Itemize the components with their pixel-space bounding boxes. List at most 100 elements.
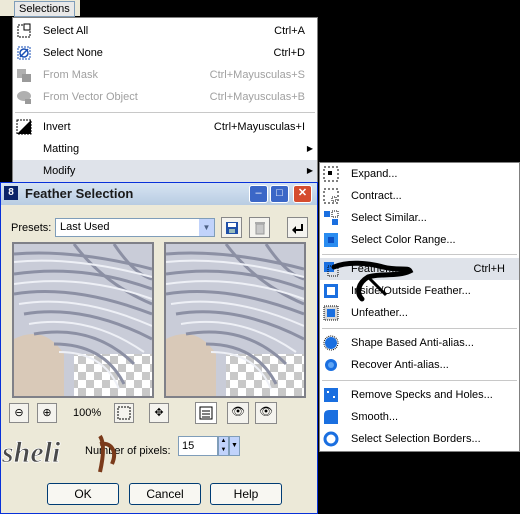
menu-item-matting[interactable]: Matting ▶ <box>13 138 317 160</box>
unfeather-icon <box>323 305 339 321</box>
submenu-item-select-similar[interactable]: Select Similar... <box>320 207 519 229</box>
submenu-item-shape-based-anti-alias[interactable]: Shape Based Anti-alias... <box>320 332 519 354</box>
reset-button[interactable] <box>287 217 308 238</box>
watermark-text: sheli <box>1 436 61 469</box>
submenu-item-label: Recover Anti-alias... <box>351 359 449 371</box>
submenu-item-unfeather[interactable]: Unfeather... <box>320 302 519 324</box>
invert-icon <box>16 119 32 135</box>
presets-value: Last Used <box>60 221 110 233</box>
menu-item-from-vector-object[interactable]: From Vector Object Ctrl+Mayusculas+B <box>13 86 317 108</box>
submenu-item-smooth[interactable]: Smooth... <box>320 406 519 428</box>
submenu-arrow-icon: ▶ <box>306 144 313 153</box>
app-icon: 8 <box>4 186 18 200</box>
preview-image-after <box>166 244 304 396</box>
menu-selections-label: Selections <box>19 3 70 15</box>
zoom-out-icon: ⊖ <box>14 407 24 419</box>
submenu-item-label: Expand... <box>351 168 398 180</box>
preview-image-before <box>14 244 152 396</box>
auto-proof-button[interactable]: 👁 <box>227 402 249 424</box>
menu-separator <box>322 328 517 329</box>
zoom-out-button[interactable]: ⊖ <box>9 403 29 423</box>
contract-icon <box>323 188 339 204</box>
submenu-item-label: Select Selection Borders... <box>351 433 481 445</box>
submenu-item-label: Contract... <box>351 190 402 202</box>
menu-item-label: Modify <box>43 165 76 177</box>
maximize-icon: □ <box>276 187 283 199</box>
zoom-in-icon: ⊕ <box>42 407 52 419</box>
submenu-item-recover-anti-alias[interactable]: Recover Anti-alias... <box>320 354 519 376</box>
ok-button[interactable]: OK <box>47 483 119 505</box>
chevron-down-icon[interactable]: ▼ <box>199 219 214 236</box>
menu-item-shortcut: Ctrl+D <box>273 47 305 59</box>
menu-item-select-none[interactable]: Select None Ctrl+D <box>13 42 317 64</box>
eye-icon: 👁 <box>259 406 273 418</box>
menu-item-from-mask[interactable]: From Mask Ctrl+Mayusculas+S <box>13 64 317 86</box>
recover-anti-alias-icon <box>325 359 337 371</box>
zoom-in-button[interactable]: ⊕ <box>37 403 57 423</box>
submenu-item-label: Remove Specks and Holes... <box>351 389 493 401</box>
menu-bar: Selections <box>0 0 80 17</box>
submenu-item-contract[interactable]: Contract... <box>320 185 519 207</box>
from-vector-icon <box>17 91 31 104</box>
modify-submenu: Expand... Contract... Select Similar... … <box>319 162 520 452</box>
sheli-watermark-logo: sheli <box>1 434 117 473</box>
pixels-dropdown[interactable]: ▼ <box>229 436 240 456</box>
dialog-title-bar[interactable]: 8 Feather Selection – □ ✕ <box>1 183 317 205</box>
submenu-item-label: Unfeather... <box>351 307 408 319</box>
submenu-arrow-icon: ▶ <box>306 166 313 175</box>
delete-preset-button[interactable] <box>249 217 270 238</box>
menu-item-label: From Mask <box>43 69 98 81</box>
submenu-item-select-color-range[interactable]: Select Color Range... <box>320 229 519 251</box>
maximize-button[interactable]: □ <box>270 185 289 203</box>
menu-item-select-all[interactable]: Select All Ctrl+A <box>13 20 317 42</box>
dialog-title: Feather Selection <box>25 186 134 201</box>
anti-alias-icon <box>323 335 339 351</box>
minimize-icon: – <box>255 187 262 199</box>
submenu-item-expand[interactable]: Expand... <box>320 163 519 185</box>
cursor-scribble-icon <box>331 260 414 302</box>
minimize-button[interactable]: – <box>249 185 268 203</box>
menu-item-shortcut: Ctrl+Mayusculas+I <box>213 121 305 133</box>
close-button[interactable]: ✕ <box>293 185 312 203</box>
cancel-button[interactable]: Cancel <box>129 483 201 505</box>
menu-item-modify[interactable]: Modify ▶ <box>13 160 317 182</box>
menu-separator <box>15 112 315 113</box>
menu-item-invert[interactable]: Invert Ctrl+Mayusculas+I <box>13 116 317 138</box>
presets-label: Presets: <box>11 222 52 234</box>
close-icon: ✕ <box>297 187 308 199</box>
menu-item-label: From Vector Object <box>43 91 138 103</box>
save-preset-button[interactable] <box>221 217 242 238</box>
floppy-disk-icon <box>225 222 238 234</box>
pixels-spinner[interactable]: ▲ ▼ <box>218 436 229 456</box>
submenu-item-select-selection-borders[interactable]: Select Selection Borders... <box>320 428 519 450</box>
submenu-item-remove-specks-and-holes[interactable]: Remove Specks and Holes... <box>320 384 519 406</box>
select-none-icon <box>17 46 31 60</box>
marquee-icon <box>117 406 131 420</box>
preview-toggle-icon <box>199 406 213 420</box>
pan-button[interactable]: ✥ <box>149 403 169 423</box>
selections-menu: Select All Ctrl+A Select None Ctrl+D Fro… <box>12 17 318 185</box>
reset-arrow-icon <box>291 224 303 234</box>
smooth-icon <box>324 410 338 424</box>
submenu-item-label: Select Color Range... <box>351 234 456 246</box>
select-similar-icon <box>324 210 339 225</box>
menu-selections[interactable]: Selections <box>14 1 75 17</box>
proof-button[interactable]: 👁 <box>255 402 277 424</box>
show-preview-button[interactable] <box>195 402 217 424</box>
color-range-icon <box>324 233 338 247</box>
menu-item-label: Select All <box>43 25 89 37</box>
eye-lock-icon: 👁 <box>231 406 245 418</box>
menu-item-label: Invert <box>43 121 71 133</box>
submenu-item-label: Smooth... <box>351 411 399 423</box>
menu-item-shortcut: Ctrl+Mayusculas+S <box>209 69 305 81</box>
preview-before[interactable] <box>12 242 154 398</box>
zoom-level: 100% <box>73 407 102 419</box>
presets-dropdown[interactable]: Last Used ▼ <box>55 218 215 237</box>
selection-borders-icon <box>323 431 339 447</box>
menu-item-shortcut: Ctrl+Mayusculas+B <box>209 91 305 103</box>
marquee-button[interactable] <box>114 403 134 423</box>
pixels-input[interactable]: 15 <box>178 436 218 456</box>
preview-after[interactable] <box>164 242 306 398</box>
help-button[interactable]: Help <box>210 483 282 505</box>
menu-item-label: Select None <box>43 47 103 59</box>
